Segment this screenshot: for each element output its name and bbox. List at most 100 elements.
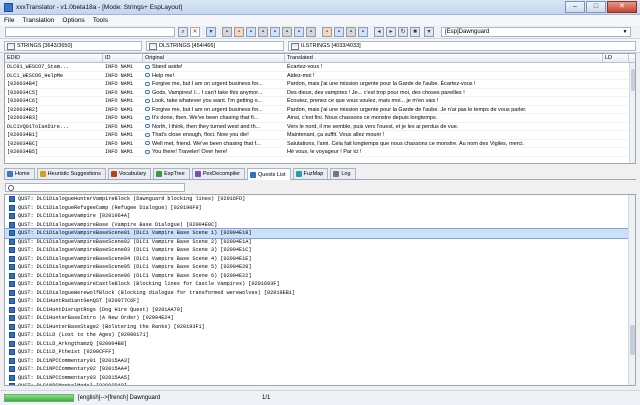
- tab-log[interactable]: Log: [330, 168, 356, 179]
- original-text: It's done, then. We've been chasing that…: [152, 115, 259, 121]
- language-select[interactable]: [Esp]Dawnguard ▼: [441, 27, 631, 37]
- original-text: Forgive me, but I am on urgent business …: [152, 106, 263, 113]
- quest-item[interactable]: QUST: DLC1LD_Ftheist [0200CFFF]: [5, 348, 635, 357]
- quest-label: QUST: DLC1DialogueVampireBaseScene04 (DL…: [18, 255, 252, 262]
- refresh-icon[interactable]: ↻: [398, 27, 408, 37]
- col-edid[interactable]: EDID: [5, 54, 103, 62]
- menu-translation[interactable]: Translation: [22, 17, 54, 24]
- table-scrollbar[interactable]: [629, 63, 635, 163]
- table-row[interactable]: [020034C6] INFO NAM1 Look, take whatever y…: [5, 97, 635, 106]
- ilstrings-tab[interactable]: ILSTRINGS [4033/4033]: [288, 41, 636, 51]
- quest-item[interactable]: QUST: DLC1NPCMentalModel [02002D48]: [5, 382, 635, 385]
- maximize-button[interactable]: □: [586, 1, 606, 13]
- search-input[interactable]: [5, 27, 175, 37]
- minimize-button[interactable]: –: [565, 1, 585, 13]
- tab-home[interactable]: Home: [4, 168, 35, 179]
- translated-cell: Ainsi, c'est fini. Nous chassons ce mons…: [287, 115, 438, 121]
- tool-icon-9[interactable]: ▪: [322, 27, 332, 37]
- clear-icon[interactable]: ✕: [190, 27, 200, 37]
- quest-item[interactable]: QUST: DLC1DialogueVampireBaseScene04 (DL…: [5, 255, 635, 264]
- tab-label: EspTree: [164, 171, 185, 177]
- table-row[interactable]: [020034B4] INFO NAM1 Forgive me, but I am …: [5, 80, 635, 89]
- col-id[interactable]: ID: [103, 54, 143, 62]
- table-row[interactable]: [020034B2] INFO NAM1 Forgive me, but I am …: [5, 106, 635, 114]
- tool-icon-10[interactable]: ▪: [334, 27, 344, 37]
- table-row[interactable]: [020034C5] INFO NAM1 Gods, Vampires! I... …: [5, 89, 635, 97]
- quest-label: QUST: DLC1NPCCommentary01 [02015AA3]: [18, 357, 131, 364]
- quest-item[interactable]: QUST: DLC1DialogueRefugeeCamp (Refugee D…: [5, 204, 635, 213]
- quest-item[interactable]: QUST: DLC1NPCCommentary02 [02015AA4]: [5, 365, 635, 374]
- quest-item[interactable]: QUST: DLC1DialogueWerewolfBlock (Blockin…: [5, 289, 635, 298]
- quest-search-input[interactable]: [5, 183, 185, 192]
- quest-item[interactable]: QUST: DLC1DialogueVampireCastleBlock (Bl…: [5, 280, 635, 289]
- quest-item[interactable]: QUST: DLC1DialogueVampire [0201964A]: [5, 212, 635, 221]
- tool-icon-12[interactable]: ▪: [358, 27, 368, 37]
- quest-icon: [9, 340, 15, 347]
- quest-item[interactable]: QUST: DLC1DialogueVampireBaseScene05 (DL…: [5, 263, 635, 272]
- arrow-right-icon[interactable]: ▸: [386, 27, 396, 37]
- tab-quests-list[interactable]: Quests List: [246, 168, 291, 180]
- strings-checkbox[interactable]: [7, 42, 15, 50]
- speech-bubble-icon: [145, 149, 150, 154]
- tab-pexdecompiler[interactable]: PexDecompiler: [191, 168, 245, 179]
- tool-icon-8[interactable]: ▪: [306, 27, 316, 37]
- ilstrings-checkbox[interactable]: [291, 42, 299, 50]
- original-cell: Well met, friend. We've been chasing tha…: [143, 140, 285, 148]
- window-title: xxxTranslator - v1.0beta18a - [Mode: Str…: [16, 3, 183, 11]
- tab-esptree[interactable]: EspTree: [153, 168, 190, 179]
- tab-vocabulary[interactable]: Vocabulary: [107, 168, 152, 179]
- search-icon[interactable]: ⌕: [178, 27, 188, 37]
- tool-icon-11[interactable]: ▪: [346, 27, 356, 37]
- quest-item[interactable]: QUST: DLC1DialogueHunterVampireBlock (Da…: [5, 195, 635, 204]
- tool-icon-5[interactable]: ▪: [270, 27, 280, 37]
- tool-icon-1[interactable]: ▪: [222, 27, 232, 37]
- tab-heuristic-suggestions[interactable]: Heuristic Suggestions: [36, 168, 106, 179]
- quest-item[interactable]: QUST: DLC1HunterBaseStage2 (Bolstering t…: [5, 323, 635, 332]
- quest-item[interactable]: QUST: DLC1HunterBaseIntro (A New Order) …: [5, 314, 635, 323]
- table-row[interactable]: DLC1_WESCO6_HelpMe INFO NAM1 Help me! Aidez…: [5, 72, 635, 80]
- quest-item[interactable]: QUST: DLC1NPCCommentary01 [02015AA3]: [5, 357, 635, 366]
- arrow-left-icon[interactable]: ◂: [374, 27, 384, 37]
- dlstrings-tab[interactable]: DLSTRINGS [454/466]: [146, 41, 284, 51]
- tool-icon-7[interactable]: ▪: [294, 27, 304, 37]
- filter-icon[interactable]: ▾: [206, 27, 216, 37]
- table-row[interactable]: [020034B5] INFO NAM1 You there! Traveler! …: [5, 148, 635, 157]
- col-translated[interactable]: Translated: [285, 54, 603, 62]
- ld-cell: [603, 89, 629, 97]
- dropdown-arrow-icon[interactable]: ▾: [424, 27, 434, 37]
- speech-bubble-icon: [145, 107, 150, 112]
- table-row[interactable]: DLC1VQ01ToIanDire... INFO NAM1 North, I th…: [5, 123, 635, 131]
- quest-item[interactable]: QUST: DLC1DialogueVampireBase (Vampire B…: [5, 221, 635, 230]
- close-button[interactable]: ✕: [607, 1, 637, 13]
- stop-icon[interactable]: ■: [410, 27, 420, 37]
- menu-file[interactable]: File: [4, 17, 14, 24]
- menu-tools[interactable]: Tools: [93, 17, 108, 24]
- quest-icon: [9, 374, 15, 381]
- tool-icon-4[interactable]: ▪: [258, 27, 268, 37]
- quest-item[interactable]: QUST: DLC1DialogueVampireBaseScene02 (DL…: [5, 238, 635, 247]
- quest-item[interactable]: QUST: DLC1HuntRadiantGenQST [020077C6F]: [5, 297, 635, 306]
- quest-item[interactable]: QUST: DLC1DialogueVampireBaseScene03 (DL…: [5, 246, 635, 255]
- tab-fuzmap[interactable]: FuzMap: [292, 168, 329, 179]
- quest-label: QUST: DLC1NPCCommentary02 [02015AA4]: [18, 366, 131, 373]
- col-original[interactable]: Original: [143, 54, 285, 62]
- quest-item[interactable]: QUST: DLC1NPCCommentary03 [02015AA5]: [5, 374, 635, 383]
- quest-item[interactable]: QUST: DLC1DialogueVampireBaseScene06 (DL…: [5, 272, 635, 281]
- col-ld[interactable]: LD: [603, 54, 629, 62]
- table-row[interactable]: [020034B3] INFO NAM1 It's done, then. We'v…: [5, 114, 635, 123]
- tool-icon-6[interactable]: ▪: [282, 27, 292, 37]
- table-row[interactable]: [020034BC] INFO NAM1 Well met, friend. We'…: [5, 140, 635, 148]
- quests-scrollbar[interactable]: [628, 195, 635, 385]
- quest-item[interactable]: QUST: DLC1LD_ArkngthamzQ [020004B8]: [5, 340, 635, 349]
- id-cell: INFO NAM1: [105, 98, 134, 104]
- quest-item[interactable]: QUST: DLC1DialogueVampireBaseScene01 (DL…: [5, 228, 635, 239]
- quest-item[interactable]: QUST: DLC1LD (Lost to the Ages) [0200017…: [5, 331, 635, 340]
- tool-icon-2[interactable]: ▪: [234, 27, 244, 37]
- dlstrings-checkbox[interactable]: [149, 42, 157, 50]
- tool-icon-3[interactable]: ▪: [246, 27, 256, 37]
- table-row[interactable]: [020034B1] INFO NAM1 That's close enough, …: [5, 131, 635, 140]
- quest-item[interactable]: QUST: DLC1HuntDisruptRogs (Dog Hire Ques…: [5, 306, 635, 315]
- menu-options[interactable]: Options: [62, 17, 84, 24]
- strings-tab[interactable]: STRINGS [3643/3650]: [4, 41, 142, 51]
- table-row[interactable]: DLC01_WESCO7_Stam... INFO NAM1 Stand aside…: [5, 63, 635, 72]
